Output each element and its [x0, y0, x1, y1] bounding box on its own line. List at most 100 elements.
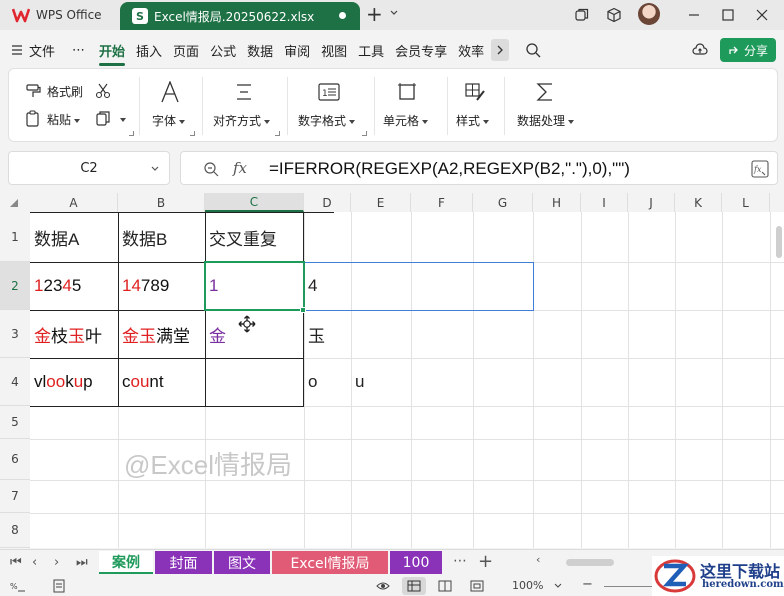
- fill-handle[interactable]: [300, 307, 306, 313]
- page-break-view-icon[interactable]: [470, 580, 484, 592]
- eye-protection-icon[interactable]: [376, 579, 390, 593]
- zoom-formula-icon[interactable]: [203, 161, 219, 177]
- column-header-j[interactable]: J: [628, 193, 675, 212]
- cell-b1[interactable]: 数据B: [118, 212, 205, 262]
- zoom-level[interactable]: 100%: [512, 579, 543, 592]
- horizontal-scrollbar-thumb[interactable]: [566, 559, 614, 566]
- column-header-i[interactable]: I: [581, 193, 628, 212]
- column-header-a[interactable]: A: [30, 193, 118, 212]
- menu-tab-view[interactable]: 视图: [321, 41, 347, 60]
- name-box[interactable]: C2: [8, 151, 170, 185]
- row-header-3[interactable]: 3: [0, 310, 30, 358]
- sheet-grid[interactable]: 数据A 数据B 交叉重复 12345 14 789 1 4 金枝玉叶 金玉 满堂 金…: [30, 212, 784, 548]
- format-painter-icon[interactable]: [25, 83, 43, 99]
- next-sheet-icon[interactable]: ›: [54, 555, 59, 570]
- cell-b2[interactable]: 14 789: [118, 262, 205, 310]
- sheet-tab-case[interactable]: 案例: [99, 551, 153, 574]
- cell-e4[interactable]: u: [351, 358, 411, 406]
- row-header-5[interactable]: 5: [0, 406, 30, 439]
- alignment-group[interactable]: 对齐方式: [203, 69, 287, 143]
- sheet-tab-cover[interactable]: 封面: [155, 551, 212, 574]
- cell-group[interactable]: 单元格: [375, 69, 447, 143]
- dialog-launcher-icon[interactable]: [275, 131, 280, 136]
- document-status-icon[interactable]: [52, 579, 66, 593]
- row-header-4[interactable]: 4: [0, 358, 30, 406]
- row-header-1[interactable]: 1: [0, 212, 30, 262]
- column-header-e[interactable]: E: [351, 193, 411, 212]
- last-sheet-icon[interactable]: ⏭: [76, 555, 88, 570]
- page-layout-view-icon[interactable]: [438, 580, 452, 592]
- wps-home-tab[interactable]: WPS Office: [4, 3, 114, 27]
- user-avatar[interactable]: [638, 3, 660, 25]
- menu-tab-home[interactable]: 开始: [99, 41, 126, 66]
- cell-a1[interactable]: 数据A: [30, 212, 118, 262]
- paste-label[interactable]: 粘贴: [47, 111, 81, 128]
- cube-icon[interactable]: [606, 7, 622, 23]
- share-button[interactable]: 分享: [720, 38, 776, 62]
- dialog-launcher-icon[interactable]: [362, 131, 367, 136]
- more-sheets-icon[interactable]: ⋯: [453, 553, 467, 569]
- menu-tab-tools[interactable]: 工具: [358, 41, 384, 60]
- dialog-launcher-icon[interactable]: [190, 131, 195, 136]
- column-header-d[interactable]: D: [304, 193, 351, 212]
- column-header-g[interactable]: G: [473, 193, 533, 212]
- column-header-c[interactable]: C: [205, 193, 304, 212]
- cut-icon[interactable]: [95, 83, 111, 99]
- menu-scroll-right-button[interactable]: [491, 39, 510, 61]
- row-header-6[interactable]: 6: [0, 439, 30, 480]
- sheet-tab-excel-intel[interactable]: Excel情报局: [272, 551, 388, 574]
- chevron-down-icon[interactable]: [151, 165, 159, 173]
- add-sheet-icon[interactable]: +: [478, 551, 493, 572]
- cell-a3[interactable]: 金枝玉叶: [30, 310, 118, 358]
- new-tab-button[interactable]: +: [366, 4, 383, 24]
- cell-a2[interactable]: 12345: [30, 262, 118, 310]
- menu-tab-review[interactable]: 审阅: [284, 41, 310, 60]
- hamburger-menu-icon[interactable]: [10, 43, 24, 57]
- menu-file[interactable]: 文件: [29, 41, 55, 60]
- prev-sheet-icon[interactable]: ‹: [32, 555, 37, 570]
- expand-formula-icon[interactable]: fx: [751, 160, 769, 178]
- document-tab[interactable]: S Excel情报局.20250622.xlsx: [120, 2, 360, 30]
- formula-bar[interactable]: fx =IFERROR(REGEXP(A2,REGEXP(B2,"."),0),…: [180, 151, 778, 185]
- search-icon[interactable]: [525, 42, 541, 58]
- fx-icon[interactable]: fx: [233, 159, 247, 177]
- cell-d4[interactable]: o: [304, 358, 351, 406]
- column-header-k[interactable]: K: [675, 193, 722, 212]
- copy-icon[interactable]: [95, 110, 113, 127]
- menu-tab-data[interactable]: 数据: [247, 41, 273, 60]
- hscroll-left-icon[interactable]: ‹: [536, 553, 540, 566]
- restore-window-icon[interactable]: [574, 7, 590, 23]
- row-header-2[interactable]: 2: [0, 262, 30, 310]
- chevron-down-icon[interactable]: [390, 9, 398, 17]
- close-icon[interactable]: [754, 7, 770, 23]
- sheet-tab-100[interactable]: 100: [390, 551, 442, 574]
- cell-b3[interactable]: 金玉 满堂: [118, 310, 205, 358]
- maximize-icon[interactable]: [720, 7, 736, 23]
- dialog-launcher-icon[interactable]: [129, 131, 134, 136]
- cell-a4[interactable]: vl oo k u p: [30, 358, 118, 406]
- menu-more[interactable]: ⋯: [72, 43, 85, 58]
- column-header-h[interactable]: H: [533, 193, 581, 212]
- input-mode-icon[interactable]: %: [10, 579, 26, 593]
- zoom-out-icon[interactable]: −: [582, 577, 593, 592]
- column-header-f[interactable]: F: [411, 193, 473, 212]
- chevron-down-icon[interactable]: [120, 118, 126, 122]
- cell-d3[interactable]: 玉: [304, 310, 351, 358]
- select-all-corner-icon[interactable]: [10, 199, 18, 207]
- menu-tab-formula[interactable]: 公式: [210, 41, 236, 60]
- row-header-7[interactable]: 7: [0, 480, 30, 513]
- font-group[interactable]: 字体: [140, 69, 202, 143]
- cell-c1[interactable]: 交叉重复: [205, 212, 304, 262]
- data-processing-group[interactable]: 数据处理: [505, 69, 595, 143]
- column-header-b[interactable]: B: [118, 193, 205, 212]
- menu-tab-insert[interactable]: 插入: [136, 41, 162, 60]
- vertical-scrollbar-thumb[interactable]: [776, 226, 782, 258]
- menu-tab-efficiency[interactable]: 效率: [458, 41, 484, 60]
- row-header-8[interactable]: 8: [0, 513, 30, 548]
- normal-view-button[interactable]: [402, 577, 426, 595]
- formula-text[interactable]: =IFERROR(REGEXP(A2,REGEXP(B2,"."),0),""): [269, 159, 630, 179]
- chevron-down-icon[interactable]: [554, 583, 562, 589]
- minimize-icon[interactable]: [686, 7, 702, 23]
- active-cell-outline[interactable]: [204, 261, 305, 311]
- unsaved-dot-icon[interactable]: [339, 12, 346, 19]
